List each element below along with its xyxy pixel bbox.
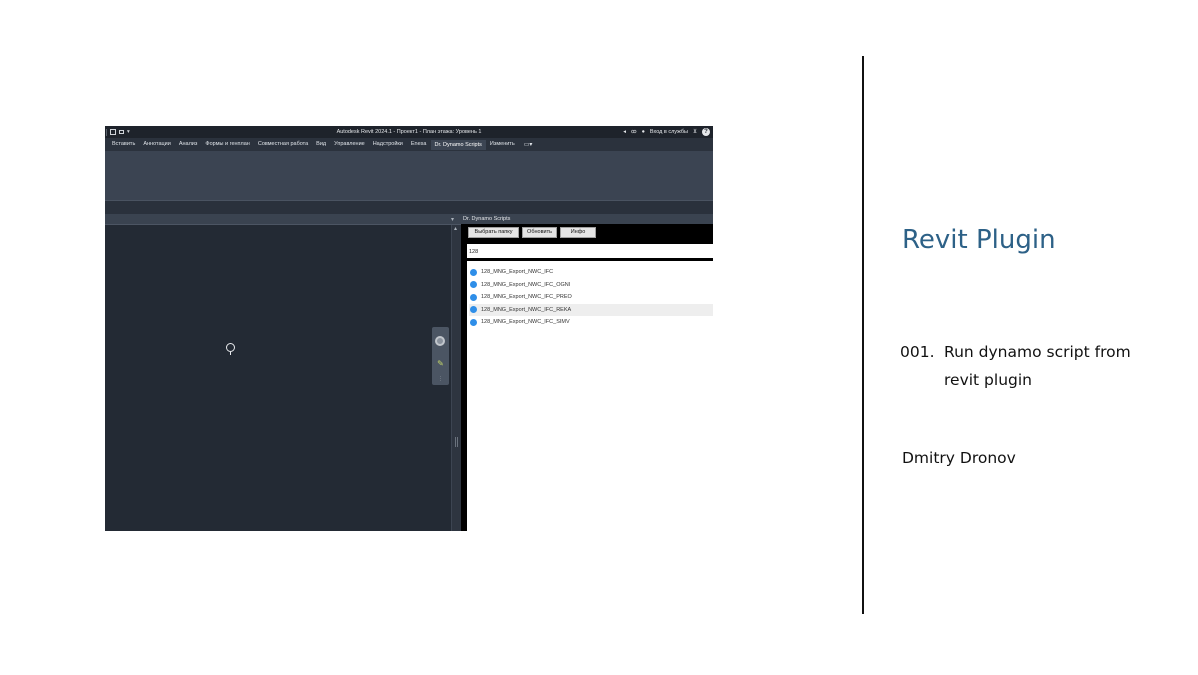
title-bar-right: ◂ ꝏ ● Вход в службы ⊻ ?: [623, 127, 710, 137]
navigation-bar: ✎ ⋮: [432, 327, 449, 385]
drawing-canvas[interactable]: ✎ ⋮: [105, 225, 451, 531]
dynamo-scripts-panel: Dr. Dynamo Scripts Выбрать папку Обновит…: [461, 214, 713, 531]
script-filter-input[interactable]: [467, 247, 713, 257]
scroll-up-icon[interactable]: ▴: [454, 226, 457, 232]
zoom-icon[interactable]: ✎: [436, 359, 445, 368]
tab-insert[interactable]: Вставить: [108, 138, 139, 151]
tab-view[interactable]: Вид: [312, 138, 330, 151]
script-name: 128_MNG_Export_NWC_IFC_PREO: [481, 294, 572, 301]
ribbon-toggle-icon[interactable]: ▭▾: [519, 141, 538, 148]
view-header-bar: [105, 214, 461, 225]
revit-title-bar: ▾ Autodesk Revit 2024.1 - Проект1 - План…: [105, 126, 713, 138]
dynamo-panel-border: [461, 244, 467, 531]
step-text-line: Run dynamo script from: [944, 343, 1131, 361]
script-name: 128_MNG_Export_NWC_IFC_OGNI: [481, 281, 571, 288]
script-status-icon: [470, 268, 477, 276]
script-list: 128_MNG_Export_NWC_IFC 128_MNG_Export_NW…: [469, 266, 713, 329]
tab-collaborate[interactable]: Совместная работа: [254, 138, 312, 151]
tab-enesa[interactable]: Enesa: [407, 138, 431, 151]
script-list-item[interactable]: 128_MNG_Export_NWC_IFC_OGNI: [469, 279, 713, 292]
signin-button[interactable]: Вход в службы: [650, 129, 688, 135]
script-status-icon: [470, 318, 477, 326]
ribbon-spacer: [105, 201, 713, 214]
step-number: 001.: [900, 343, 935, 361]
splitter-grip-icon[interactable]: [455, 437, 458, 447]
script-name: 128_MNG_Export_NWC_IFC_REKA: [481, 306, 572, 313]
info-button[interactable]: Инфо: [560, 227, 596, 238]
tab-analyze[interactable]: Анализ: [175, 138, 202, 151]
refresh-button[interactable]: Обновить: [522, 227, 557, 238]
tab-manage[interactable]: Управление: [330, 138, 369, 151]
step-text: Run dynamo script from revit plugin: [944, 338, 1174, 394]
script-status-icon: [470, 281, 477, 289]
dynamo-panel-title: Dr. Dynamo Scripts: [461, 214, 713, 224]
help-icon[interactable]: ?: [702, 128, 710, 136]
collapse-chevron-icon[interactable]: ▾: [451, 216, 454, 224]
script-list-item[interactable]: 128_MNG_Export_NWC_IFC: [469, 266, 713, 279]
script-list-item[interactable]: 128_MNG_Export_NWC_IFC_PREO: [469, 291, 713, 304]
revit-screenshot: ▾ Autodesk Revit 2024.1 - Проект1 - План…: [105, 126, 713, 531]
binoculars-icon[interactable]: ꝏ: [631, 129, 637, 135]
script-status-icon: [470, 306, 477, 314]
tab-annotate[interactable]: Аннотации: [139, 138, 175, 151]
cart-icon[interactable]: ⊻: [693, 129, 697, 135]
step-text-line: revit plugin: [944, 371, 1032, 389]
slide-title: Revit Plugin: [902, 225, 1056, 255]
steering-wheel-icon[interactable]: [435, 336, 445, 346]
tab-addins[interactable]: Надстройки: [369, 138, 407, 151]
slide-divider-line: [862, 56, 864, 614]
navbar-more-icon[interactable]: ⋮: [438, 377, 443, 382]
elevation-marker-icon[interactable]: [226, 343, 235, 355]
window-title: Autodesk Revit 2024.1 - Проект1 - План э…: [336, 129, 482, 135]
script-name: 128_MNG_Export_NWC_IFC: [481, 269, 554, 276]
script-list-item-selected[interactable]: 128_MNG_Export_NWC_IFC_REKA: [469, 303, 713, 316]
user-icon[interactable]: ●: [642, 129, 645, 135]
ribbon-tabs: Вставить Аннотации Анализ Формы и генпла…: [105, 138, 713, 151]
script-status-icon: [470, 293, 477, 301]
tab-modify[interactable]: Изменить: [486, 138, 519, 151]
script-list-item[interactable]: 128_MNG_Export_NWC_IFC_SIMV: [469, 316, 713, 329]
dynamo-panel-toolbar: Выбрать папку Обновить Инфо: [461, 224, 713, 244]
author-name: Dmitry Dronov: [902, 449, 1016, 467]
script-name: 128_MNG_Export_NWC_IFC_SIMV: [481, 319, 570, 326]
ribbon-panel: [105, 151, 713, 201]
tab-dr-dynamo-scripts[interactable]: Dr. Dynamo Scripts: [430, 140, 486, 150]
tab-massing-site[interactable]: Формы и генплан: [201, 138, 253, 151]
search-arrow-icon[interactable]: ◂: [623, 129, 626, 135]
filter-divider: [467, 258, 713, 261]
panel-splitter[interactable]: ▴: [451, 225, 461, 531]
choose-folder-button[interactable]: Выбрать папку: [468, 227, 519, 238]
